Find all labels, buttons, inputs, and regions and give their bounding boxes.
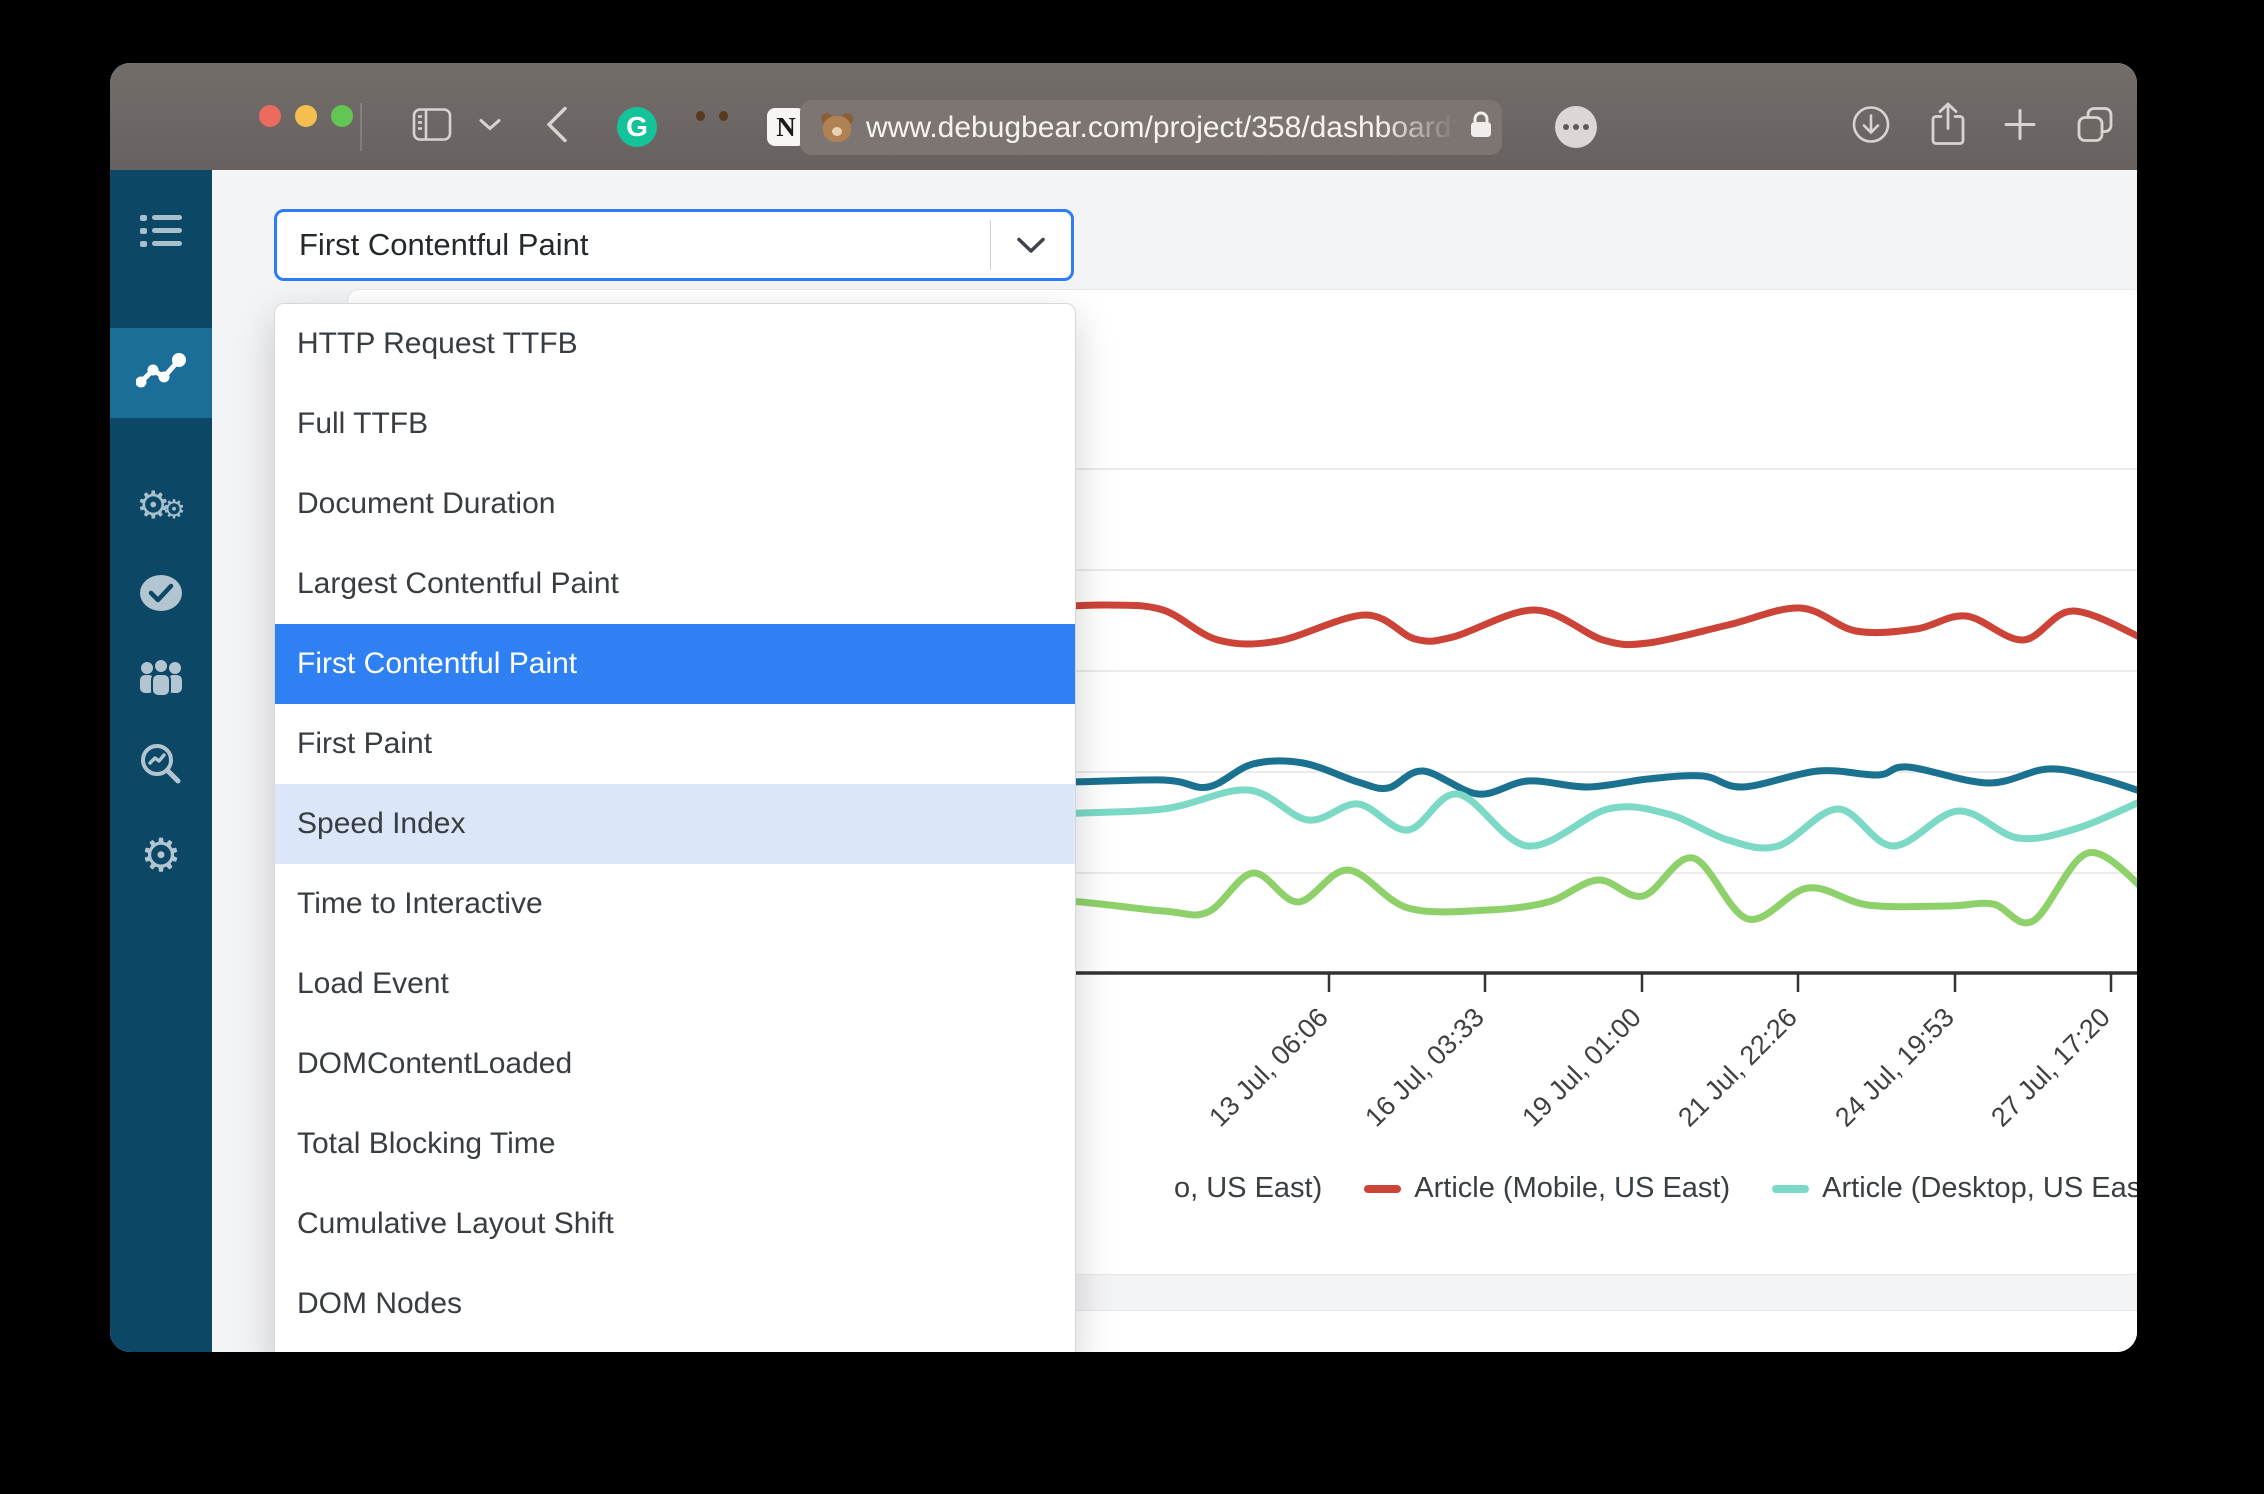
- dropdown-option[interactable]: DOM Nodes: [275, 1264, 1075, 1344]
- gear-icon: ⚙: [140, 832, 181, 878]
- back-icon[interactable]: [546, 107, 568, 148]
- site-favicon-bear-icon: [820, 113, 854, 143]
- legend-label: Article (Mobile, US East): [1414, 1172, 1730, 1205]
- dropdown-option[interactable]: Speed Index: [275, 784, 1075, 864]
- dropdown-option[interactable]: Load Event: [275, 944, 1075, 1024]
- metric-select-value: First Contentful Paint: [277, 227, 990, 263]
- legend-item: Article (Mobile, US East): [1364, 1172, 1730, 1205]
- download-icon[interactable]: [1850, 104, 1892, 151]
- dropdown-option[interactable]: First Contentful Paint: [275, 624, 1075, 704]
- dropdown-option[interactable]: Time to Interactive: [275, 864, 1075, 944]
- legend-swatch: [1364, 1185, 1401, 1193]
- browser-toolbar: G N www.debugbear.com/project/358/dashbo…: [110, 63, 2137, 171]
- toolbar-divider: [360, 103, 362, 151]
- chevron-down-icon[interactable]: [479, 118, 501, 137]
- dropdown-option[interactable]: DOMContentLoaded: [275, 1024, 1075, 1104]
- sidebar-item-settings-gears[interactable]: ⚙⚙: [110, 461, 212, 551]
- ellipsis-icon[interactable]: [1555, 106, 1597, 148]
- dropdown-option[interactable]: Total Blocking Time: [275, 1104, 1075, 1184]
- list-icon: [138, 212, 184, 255]
- metric-dropdown: HTTP Request TTFBFull TTFBDocument Durat…: [274, 303, 1076, 1352]
- share-icon[interactable]: [1930, 103, 1966, 152]
- dropdown-option[interactable]: First Paint: [275, 704, 1075, 784]
- search-trend-icon: [138, 742, 184, 793]
- app-sidebar: ⚙⚙: [110, 170, 212, 1352]
- line-chart-icon: [136, 351, 186, 396]
- sidebar-item-team[interactable]: [110, 635, 212, 725]
- chart-legend: o, US East) Article (Mobile, US East) Arti…: [1174, 1172, 2137, 1205]
- lock-icon: [1470, 111, 1492, 144]
- minimize-window-button[interactable]: [295, 105, 317, 127]
- people-icon: [137, 658, 185, 703]
- dropdown-option[interactable]: Full TTFB: [275, 384, 1075, 464]
- dropdown-option[interactable]: Document Duration: [275, 464, 1075, 544]
- gears-icon: ⚙⚙: [136, 487, 185, 525]
- tab-overview-icon[interactable]: [2074, 104, 2116, 151]
- sidebar-item-analyze[interactable]: [110, 722, 212, 812]
- url-text: www.debugbear.com/project/358/dashboard?…: [866, 111, 1464, 145]
- check-circle-icon: [138, 573, 184, 618]
- legend-item: o, US East): [1174, 1172, 1322, 1205]
- close-window-button[interactable]: [259, 105, 281, 127]
- dropdown-option[interactable]: Largest Contentful Paint: [275, 544, 1075, 624]
- address-bar[interactable]: www.debugbear.com/project/358/dashboard?…: [800, 100, 1502, 155]
- sidebar-item-checks[interactable]: [110, 550, 212, 640]
- new-tab-icon[interactable]: [2002, 107, 2038, 148]
- dropdown-option[interactable]: HTTP Request TTFB: [275, 304, 1075, 384]
- sidebar-item-dashboard[interactable]: [110, 328, 212, 418]
- grammarly-icon[interactable]: G: [617, 107, 657, 147]
- legend-item: Article (Desktop, US East): [1772, 1172, 2137, 1205]
- browser-window: G N www.debugbear.com/project/358/dashbo…: [110, 63, 2137, 1352]
- sidebar-item-preferences[interactable]: ⚙: [110, 810, 212, 900]
- dropdown-option[interactable]: Cumulative Layout Shift: [275, 1184, 1075, 1264]
- metric-select[interactable]: First Contentful Paint: [274, 209, 1074, 281]
- select-chevron-down-icon[interactable]: [991, 237, 1071, 254]
- sidebar-toggle-icon[interactable]: [412, 108, 452, 147]
- legend-label: o, US East): [1174, 1172, 1322, 1205]
- legend-swatch: [1772, 1185, 1809, 1193]
- sidebar-item-list[interactable]: [110, 188, 212, 278]
- zoom-window-button[interactable]: [331, 105, 353, 127]
- legend-label: Article (Desktop, US East): [1822, 1172, 2137, 1205]
